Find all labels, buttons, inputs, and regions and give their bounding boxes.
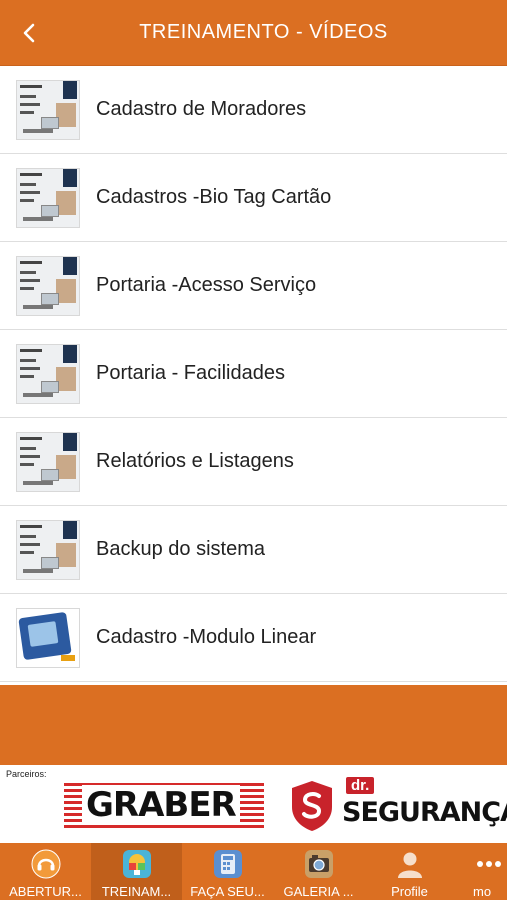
partners-label: Parceiros: <box>6 769 47 779</box>
list-item-label: Cadastros -Bio Tag Cartão <box>96 186 332 208</box>
video-thumbnail-icon <box>16 343 80 404</box>
more-dots-icon <box>475 849 505 879</box>
user-icon <box>395 849 425 879</box>
tab-abertura[interactable]: ABERTUR... <box>0 843 91 900</box>
list-item[interactable]: Backup do sistema <box>0 506 507 594</box>
page-title: TREINAMENTO - VÍDEOS <box>139 21 388 43</box>
graber-logo-text: GRABER <box>82 785 240 825</box>
list-item-label: Relatórios e Listagens <box>96 450 294 472</box>
dr-seguranca-logo[interactable]: dr. SEGURANÇA <box>288 773 507 839</box>
dr-seguranca-prefix: dr. <box>346 777 375 794</box>
tab-label: ABERTUR... <box>9 884 82 899</box>
video-thumbnail-icon <box>16 519 80 580</box>
app-header: TREINAMENTO - VÍDEOS <box>0 0 507 66</box>
headset-icon <box>31 849 61 879</box>
video-thumbnail-icon <box>16 255 80 316</box>
back-button[interactable] <box>14 18 44 48</box>
video-thumbnail-icon <box>16 79 80 140</box>
graber-logo[interactable]: GRABER <box>60 773 268 837</box>
tab-label: mo <box>473 884 492 899</box>
list-item[interactable]: Portaria -Acesso Serviço <box>0 242 507 330</box>
tab-label: FAÇA SEU... <box>190 884 265 899</box>
list-item[interactable]: Cadastro de Moradores <box>0 66 507 154</box>
list-item[interactable]: Relatórios e Listagens <box>0 418 507 506</box>
list-item[interactable]: Cadastros -Bio Tag Cartão <box>0 154 507 242</box>
camera-gallery-icon <box>304 849 334 879</box>
video-list: Cadastro de Moradores Cadastros -Bio Tag… <box>0 66 507 682</box>
tab-faca-seu[interactable]: FAÇA SEU... <box>182 843 273 900</box>
bottom-tab-bar: ABERTUR... TREINAM... FAÇA SEU... GALERI… <box>0 843 507 900</box>
tab-galeria[interactable]: GALERIA ... <box>273 843 364 900</box>
list-item[interactable]: Cadastro -Modulo Linear <box>0 594 507 682</box>
list-item-label: Cadastro -Modulo Linear <box>96 626 317 648</box>
list-item-label: Portaria - Facilidades <box>96 362 285 384</box>
chevron-left-icon <box>23 23 35 43</box>
tab-label: TREINAM... <box>101 884 172 899</box>
partners-banner[interactable]: Parceiros: GRABER dr. SEGURANÇA <box>0 765 507 843</box>
tab-label: GALERIA ... <box>283 884 354 899</box>
list-item-label: Portaria -Acesso Serviço <box>96 274 317 296</box>
orange-spacer-band <box>0 685 507 765</box>
shield-icon <box>292 781 332 831</box>
list-item-label: Cadastro de Moradores <box>96 98 307 120</box>
tab-label: Profile <box>391 884 428 899</box>
video-thumbnail-icon <box>16 431 80 492</box>
calculator-icon <box>213 849 243 879</box>
dr-seguranca-text: SEGURANÇA <box>342 797 507 828</box>
modulo-linear-thumbnail-icon <box>16 607 80 668</box>
training-icon <box>122 849 152 879</box>
tab-more[interactable]: mo <box>455 843 507 900</box>
list-item[interactable]: Portaria - Facilidades <box>0 330 507 418</box>
video-thumbnail-icon <box>16 167 80 228</box>
list-item-label: Backup do sistema <box>96 538 265 560</box>
tab-treinamento[interactable]: TREINAM... <box>91 843 182 900</box>
tab-profile[interactable]: Profile <box>364 843 455 900</box>
